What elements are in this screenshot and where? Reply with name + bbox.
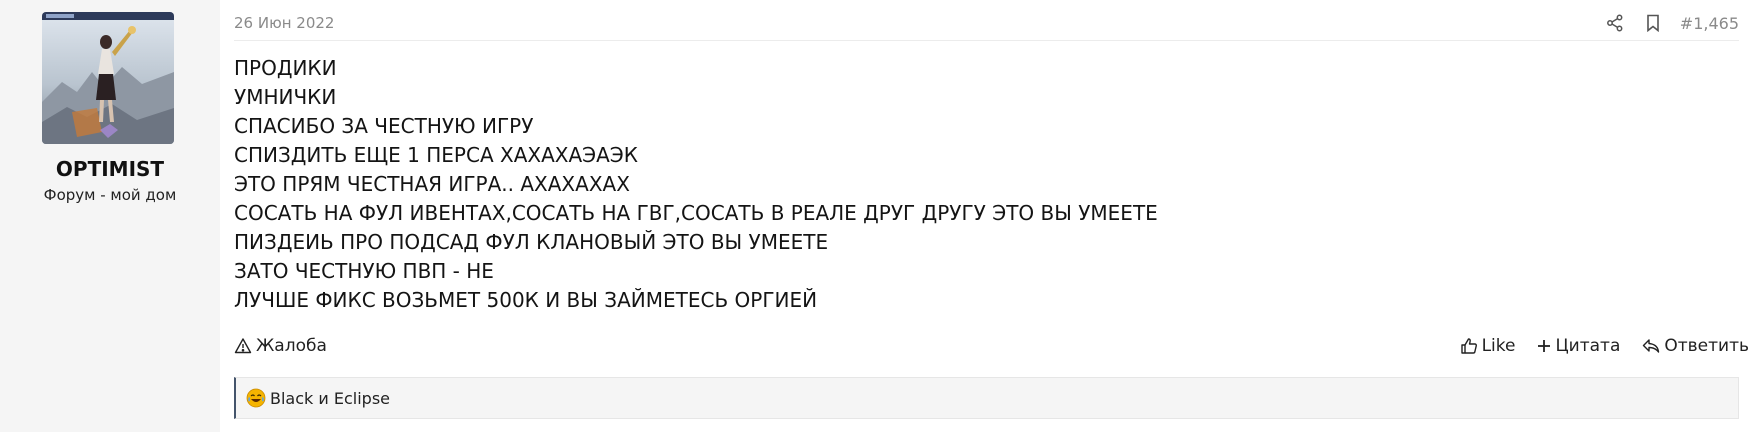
post-line: УМНИЧКИ <box>234 85 337 109</box>
reactions-text[interactable]: Black и Eclipse <box>270 389 390 408</box>
post-main: 26 Июн 2022 #1,465 ПРОДИКИ УМНИЧКИ СПАСИ… <box>220 0 1757 432</box>
post-body: ПРОДИКИ УМНИЧКИ СПАСИБО ЗА ЧЕСТНУЮ ИГРУ … <box>234 54 1737 315</box>
post-actions: Like Цитата Ответить <box>1460 336 1749 356</box>
warning-icon <box>234 338 252 354</box>
post-date[interactable]: 26 Июн 2022 <box>234 14 334 32</box>
quote-button[interactable]: Цитата <box>1537 336 1620 356</box>
post-header: 26 Июн 2022 #1,465 <box>234 0 1739 41</box>
report-label: Жалоба <box>256 336 327 356</box>
like-button[interactable]: Like <box>1460 336 1516 356</box>
post-line: СПИЗДИТЬ ЕЩЕ 1 ПЕРСА ХАХАХАЭАЭК <box>234 143 638 167</box>
reactions-bar[interactable]: Black и Eclipse <box>234 377 1739 419</box>
post-line: ПИЗДЕИЬ ПРО ПОДСАД ФУЛ КЛАНОВЫЙ ЭТО ВЫ У… <box>234 230 829 254</box>
quote-label: Цитата <box>1555 336 1621 356</box>
username[interactable]: OPTIMIST <box>0 157 220 181</box>
thumbs-up-icon <box>1460 338 1477 354</box>
post-number-link[interactable]: #1,465 <box>1680 14 1739 33</box>
user-title: Форум - мой дом <box>43 186 177 204</box>
user-avatar[interactable] <box>42 12 174 144</box>
post-line: ЗАТО ЧЕСТНУЮ ПВП - НЕ <box>234 259 494 283</box>
like-label: Like <box>1481 336 1516 356</box>
post-line: ЭТО ПРЯМ ЧЕСТНАЯ ИГРА.. АХАХАХАХ <box>234 172 630 196</box>
share-icon[interactable] <box>1604 12 1626 34</box>
post-footer: Жалоба Like Цитата Ответить <box>234 332 1749 360</box>
post-line: ПРОДИКИ <box>234 56 337 80</box>
report-button[interactable]: Жалоба <box>234 336 327 356</box>
post-header-actions: #1,465 <box>1604 12 1739 34</box>
user-sidebar: OPTIMIST Форум - мой дом <box>0 0 220 432</box>
plus-icon <box>1538 340 1551 352</box>
bookmark-icon[interactable] <box>1642 12 1664 34</box>
forum-post: OPTIMIST Форум - мой дом 26 Июн 2022 #1,… <box>0 0 1757 432</box>
reply-label: Ответить <box>1664 336 1749 356</box>
reply-icon <box>1643 339 1660 353</box>
laughing-emoji-icon <box>246 388 266 408</box>
post-line: ЛУЧШЕ ФИКС ВОЗЬМЕТ 500К И ВЫ ЗАЙМЕТЕСЬ О… <box>234 288 818 312</box>
post-line: СОСАТЬ НА ФУЛ ИВЕНТАХ,СОСАТЬ НА ГВГ,СОСА… <box>234 201 1158 225</box>
post-line: СПАСИБО ЗА ЧЕСТНУЮ ИГРУ <box>234 114 534 138</box>
reply-button[interactable]: Ответить <box>1642 336 1749 356</box>
